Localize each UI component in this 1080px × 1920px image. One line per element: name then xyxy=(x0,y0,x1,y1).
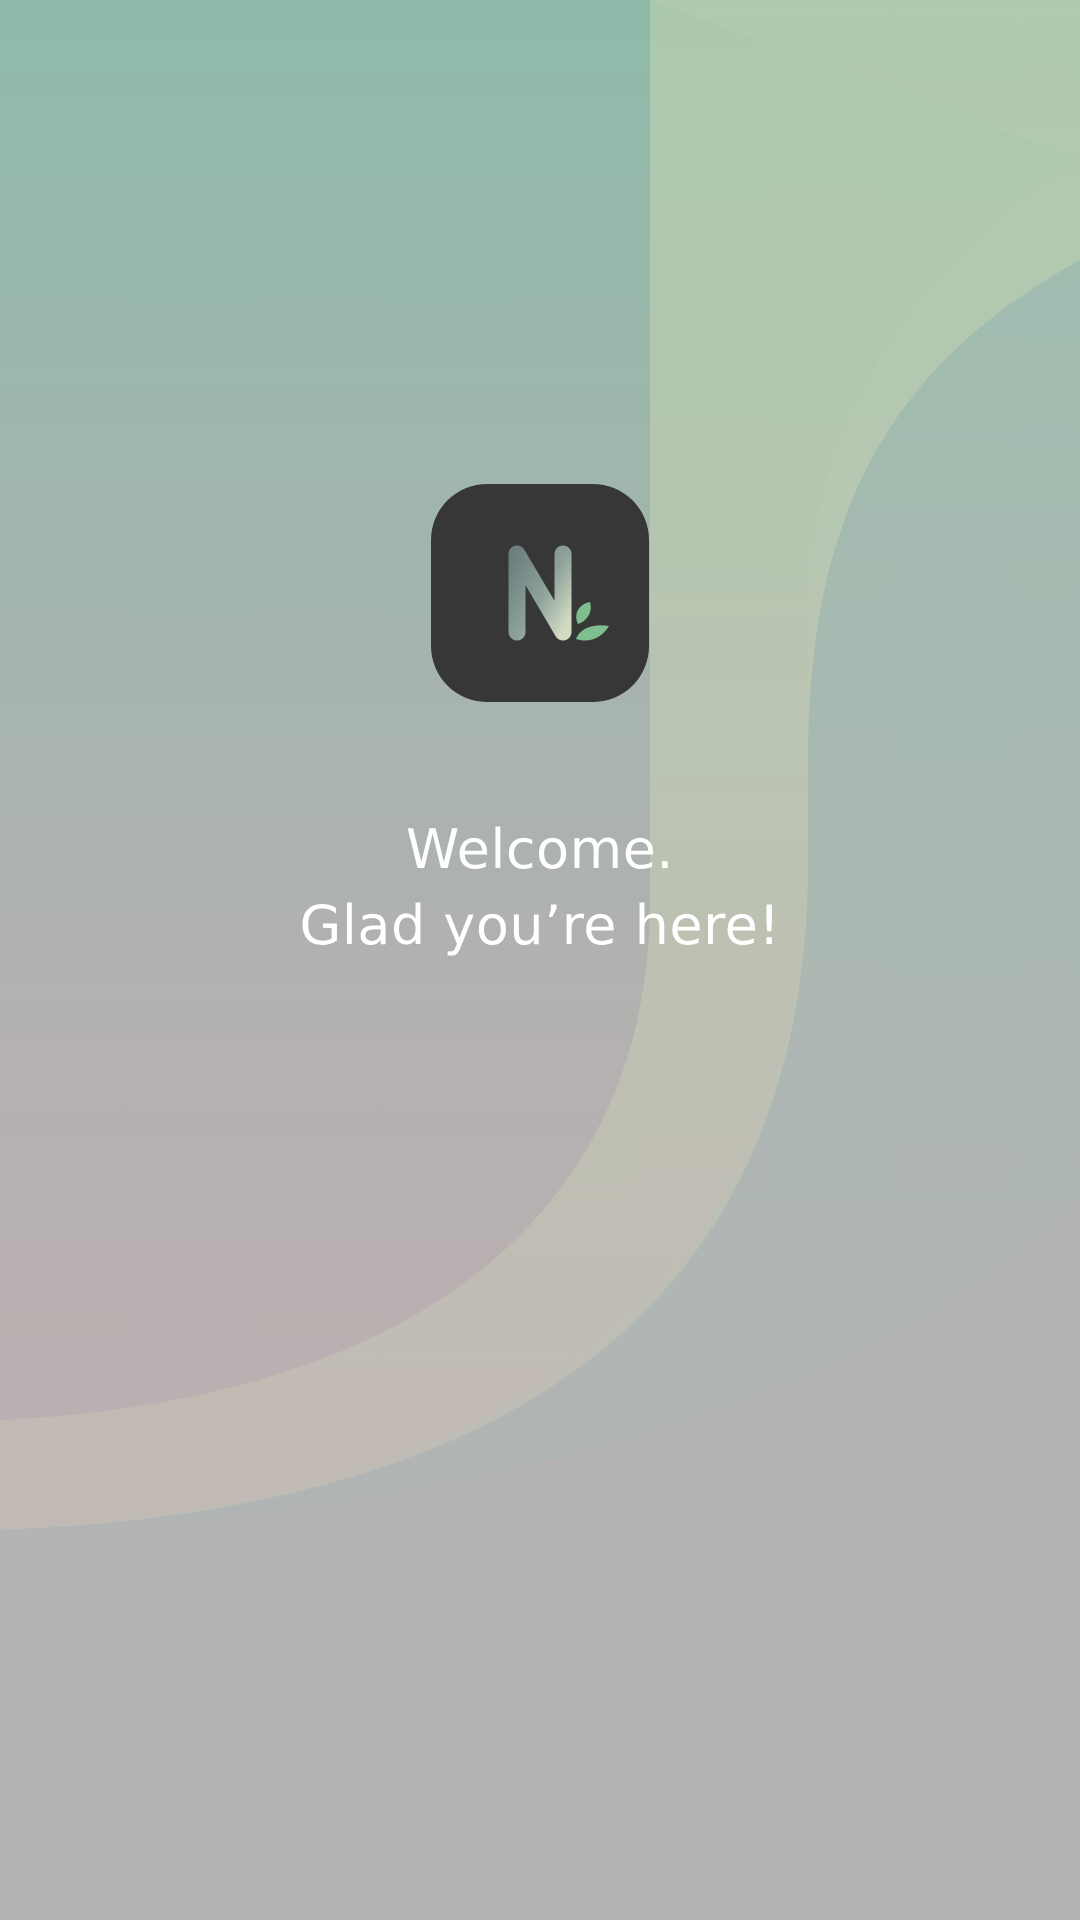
welcome-screen: Welcome. Glad you’re here! xyxy=(0,0,1080,1920)
app-logo-n-leaf-icon xyxy=(508,545,609,641)
welcome-title: Welcome. xyxy=(405,818,675,881)
leaf-large xyxy=(576,625,609,641)
app-logo xyxy=(431,484,649,702)
leaf-small xyxy=(576,602,591,624)
welcome-subtitle: Glad you’re here! xyxy=(299,894,781,957)
